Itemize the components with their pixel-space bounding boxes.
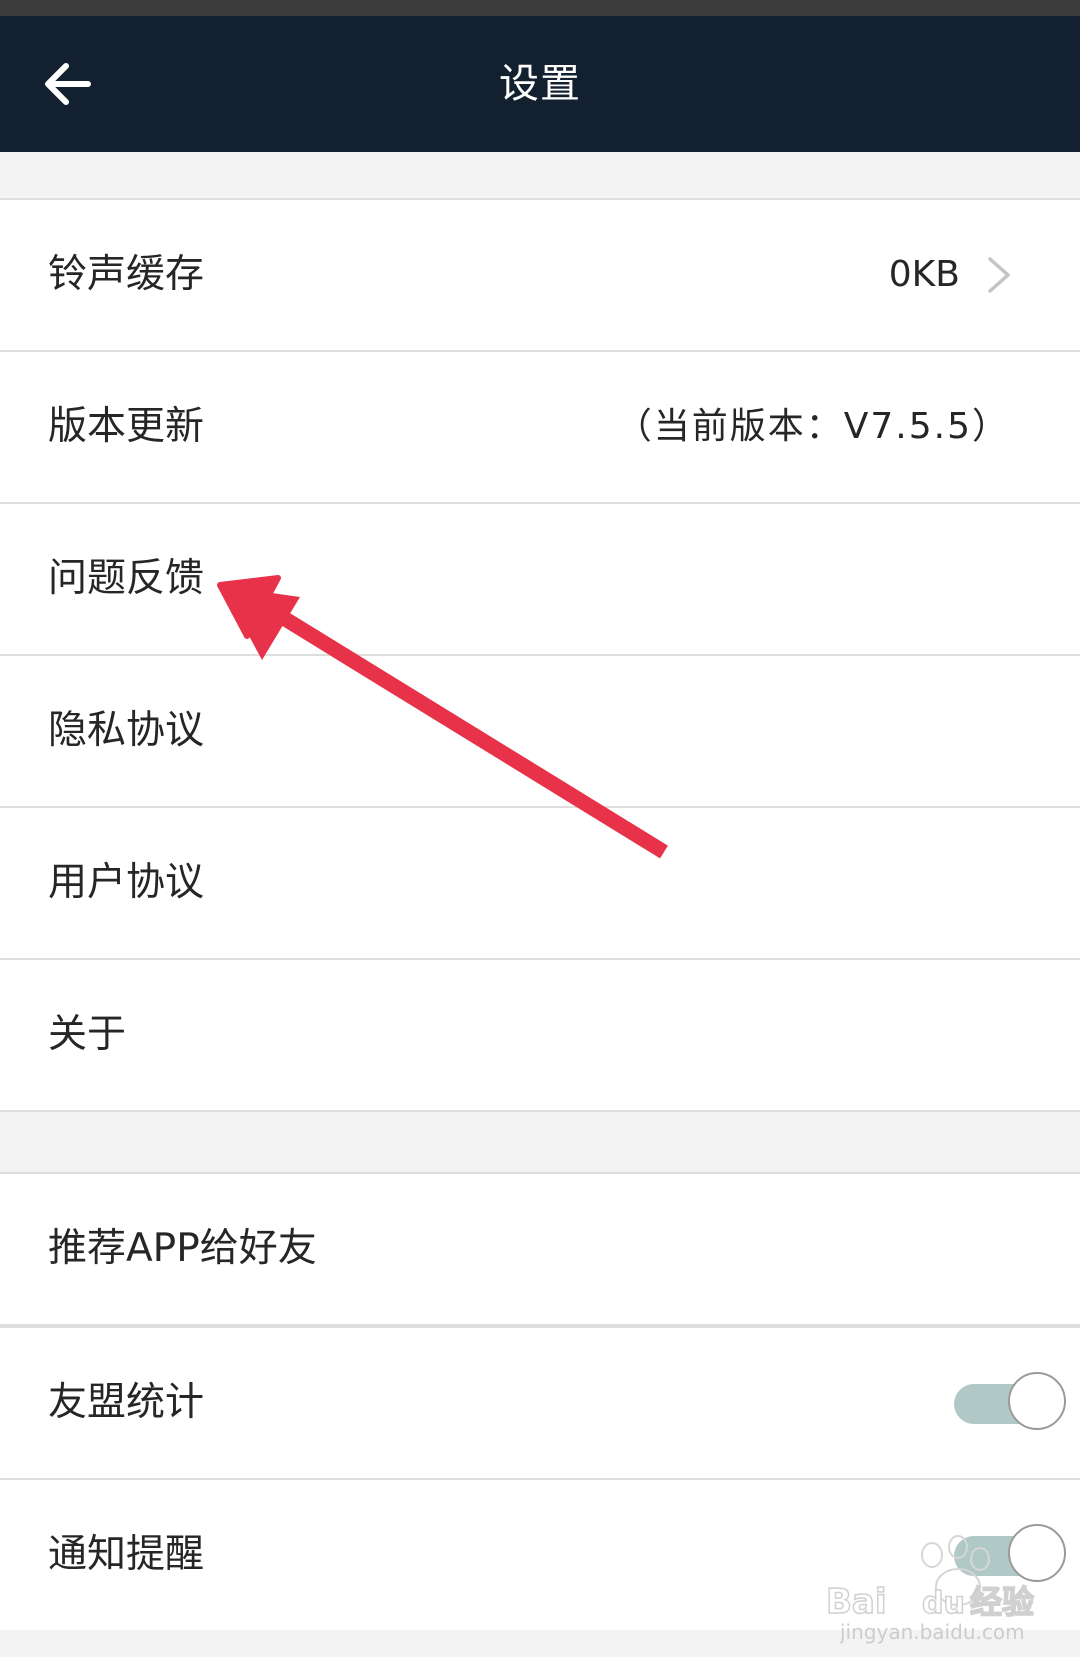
row-label: 友盟统计 bbox=[48, 1380, 205, 1425]
page-title: 设置 bbox=[499, 61, 581, 107]
row-label: 用户协议 bbox=[48, 860, 205, 905]
row-user-agreement[interactable]: 用户协议 bbox=[0, 808, 1080, 960]
status-bar bbox=[0, 0, 1080, 16]
row-recommend-app[interactable]: 推荐APP给好友 bbox=[0, 1174, 1080, 1324]
row-version-update[interactable]: 版本更新 （当前版本：V7.5.5） bbox=[0, 352, 1080, 504]
row-label: 版本更新 bbox=[48, 404, 205, 449]
settings-group-toggles: 友盟统计 通知提醒 bbox=[0, 1326, 1080, 1630]
row-umeng-statistics: 友盟统计 bbox=[0, 1328, 1080, 1480]
row-privacy-policy[interactable]: 隐私协议 bbox=[0, 656, 1080, 808]
row-ringtone-cache[interactable]: 铃声缓存 0KB bbox=[0, 200, 1080, 352]
back-arrow-icon bbox=[45, 63, 91, 105]
notification-reminder-toggle[interactable] bbox=[954, 1524, 1066, 1586]
settings-group-main: 铃声缓存 0KB 版本更新 （当前版本：V7.5.5） 问题反馈 隐私协议 用户… bbox=[0, 198, 1080, 1112]
row-label: 问题反馈 bbox=[48, 556, 205, 601]
umeng-statistics-toggle[interactable] bbox=[954, 1372, 1066, 1434]
row-notification-reminder: 通知提醒 bbox=[0, 1480, 1080, 1630]
current-version-value: （当前版本：V7.5.5） bbox=[615, 406, 1010, 447]
row-label: 推荐APP给好友 bbox=[48, 1226, 317, 1271]
row-about[interactable]: 关于 bbox=[0, 960, 1080, 1110]
row-label: 通知提醒 bbox=[48, 1532, 205, 1577]
row-feedback[interactable]: 问题反馈 bbox=[0, 504, 1080, 656]
back-button[interactable] bbox=[28, 52, 104, 116]
toggle-knob bbox=[1008, 1372, 1066, 1430]
row-label: 铃声缓存 bbox=[48, 252, 205, 297]
toggle-knob bbox=[1008, 1524, 1066, 1582]
settings-group-share: 推荐APP给好友 bbox=[0, 1172, 1080, 1326]
app-header: 设置 bbox=[0, 16, 1080, 152]
row-label: 关于 bbox=[48, 1012, 127, 1057]
chevron-right-icon bbox=[988, 257, 1010, 293]
cache-size-value: 0KB bbox=[888, 254, 960, 295]
row-label: 隐私协议 bbox=[48, 708, 205, 753]
